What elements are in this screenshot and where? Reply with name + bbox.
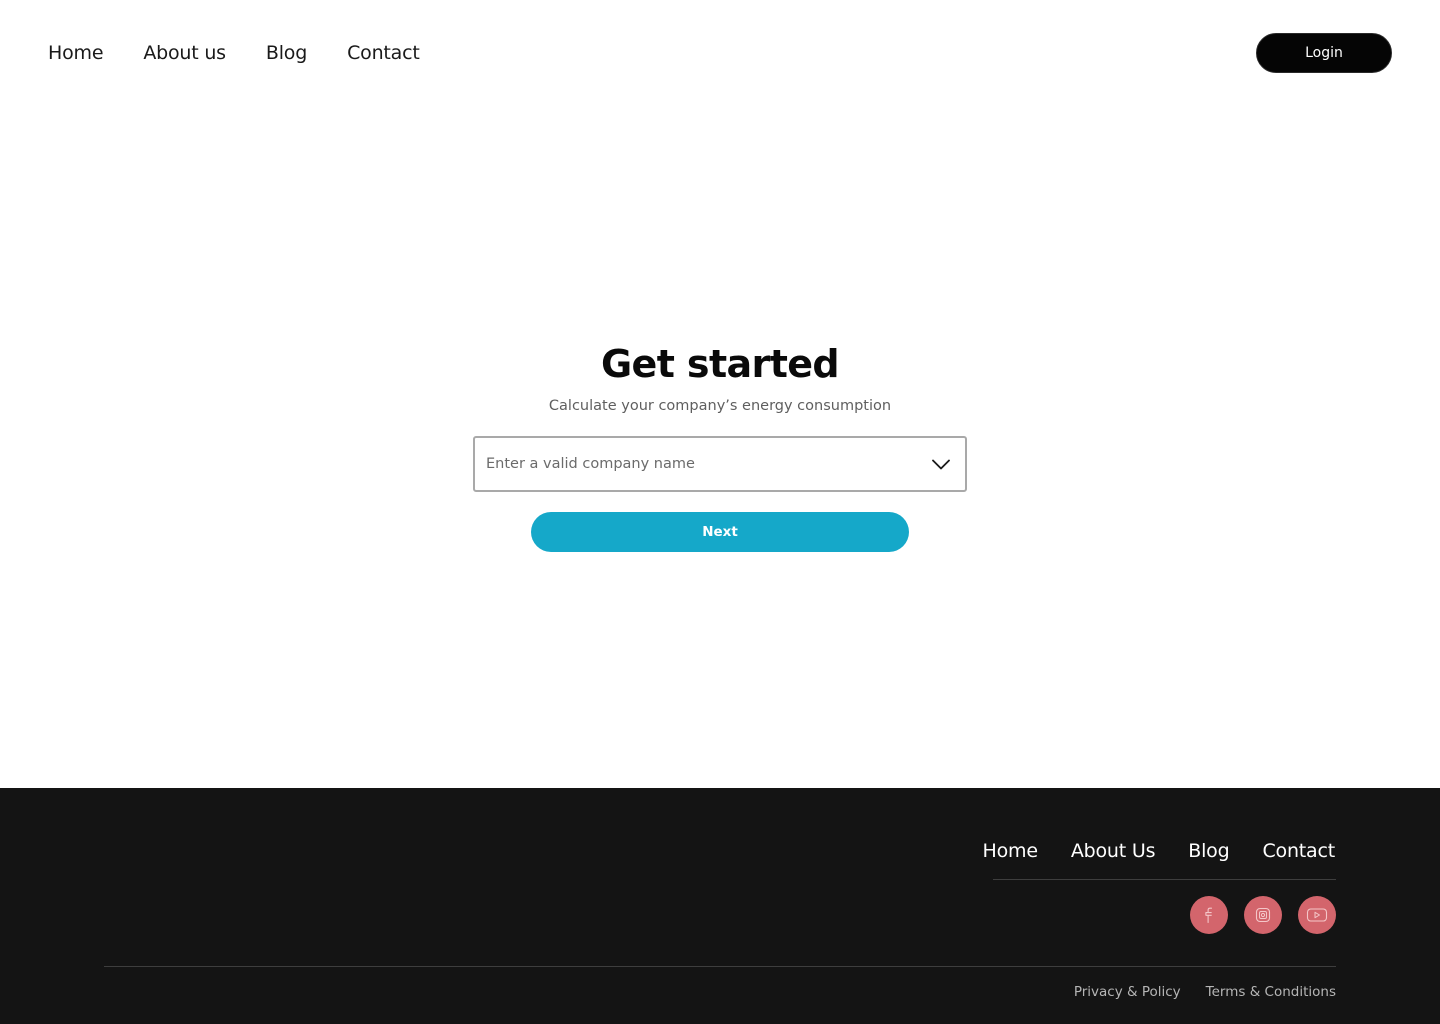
main-nav: Home About us Blog Contact (48, 40, 460, 67)
social-links (1190, 896, 1336, 934)
terms-conditions-link[interactable]: Terms & Conditions (1206, 983, 1336, 1001)
nav-contact-link[interactable]: Contact (347, 40, 420, 67)
nav-about-link[interactable]: About us (143, 40, 226, 67)
page-title: Get started (600, 342, 840, 386)
company-select-placeholder: Enter a valid company name (486, 456, 695, 472)
legal-links: Privacy & Policy Terms & Conditions (1049, 983, 1336, 1001)
footer-home-link[interactable]: Home (983, 838, 1039, 864)
nav-blog-link[interactable]: Blog (266, 40, 307, 67)
page-subtitle: Calculate your company’s energy consumpt… (548, 398, 892, 414)
login-button[interactable]: Login (1256, 33, 1392, 73)
company-select[interactable]: Enter a valid company name (473, 436, 967, 492)
site-footer: Home About Us Blog Contact Privacy & Pol… (0, 788, 1440, 1024)
next-button[interactable]: Next (531, 512, 909, 552)
facebook-icon[interactable] (1190, 896, 1228, 934)
privacy-policy-link[interactable]: Privacy & Policy (1074, 983, 1181, 1001)
footer-about-link[interactable]: About Us (1071, 838, 1156, 864)
main-content: Get started Calculate your company’s ene… (0, 108, 1440, 788)
footer-blog-link[interactable]: Blog (1188, 838, 1229, 864)
nav-home-link[interactable]: Home (48, 40, 104, 67)
footer-contact-link[interactable]: Contact (1262, 838, 1335, 864)
chevron-down-icon (931, 457, 951, 471)
footer-bottom-divider (104, 966, 1336, 967)
youtube-icon[interactable] (1298, 896, 1336, 934)
site-header: Home About us Blog Contact Login (0, 0, 1440, 108)
instagram-icon[interactable] (1244, 896, 1282, 934)
footer-nav: Home About Us Blog Contact (983, 838, 1336, 864)
footer-divider (993, 879, 1336, 880)
